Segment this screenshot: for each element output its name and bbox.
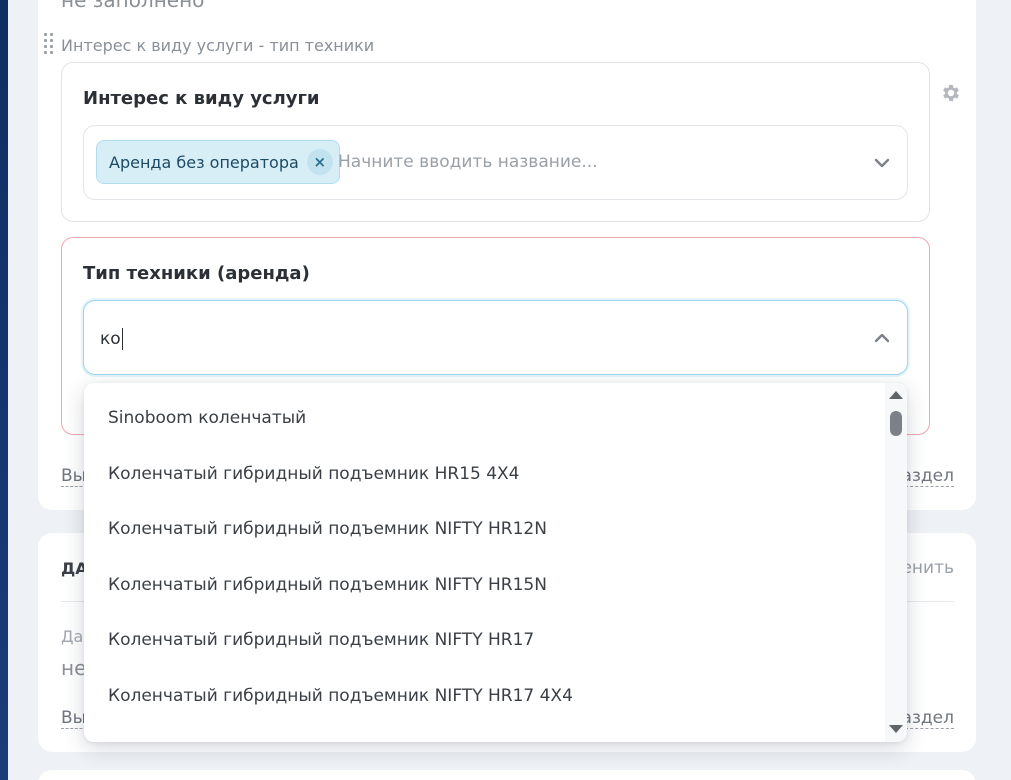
equipment-type-title: Тип техники (аренда)	[83, 263, 310, 284]
dropdown-option[interactable]: Коленчатый гибридный подъемник NIFTY HR1…	[108, 686, 573, 706]
gear-icon[interactable]	[940, 82, 962, 104]
card-a-link-right[interactable]: аздел	[905, 466, 954, 487]
previous-field-value: не заполнено	[61, 0, 205, 12]
equipment-type-input[interactable]: ко	[100, 328, 124, 350]
card-b-link-right[interactable]: аздел	[905, 708, 954, 729]
dropdown-option[interactable]: Коленчатый гибридный подъемник NIFTY HR1…	[108, 630, 534, 650]
chevron-up-icon[interactable]	[873, 329, 891, 347]
service-interest-field: Интерес к виду услуги Аренда без операто…	[61, 62, 930, 222]
next-card	[38, 770, 976, 780]
equipment-type-select[interactable]: ко	[83, 300, 908, 375]
group-label: Интерес к виду услуги - тип техники	[61, 36, 375, 55]
drag-handle-icon[interactable]	[44, 33, 54, 55]
scroll-down-arrow-icon[interactable]	[889, 725, 903, 733]
left-edge-bar	[0, 0, 8, 780]
scroll-up-arrow-icon[interactable]	[889, 391, 903, 399]
service-interest-select[interactable]: Аренда без оператора × Начните вводить н…	[83, 125, 908, 200]
dropdown-scrollbar[interactable]	[885, 383, 907, 742]
selected-chip-label: Аренда без оператора	[109, 152, 299, 172]
dropdown-option[interactable]: Коленчатый гибридный подъемник NIFTY HR1…	[108, 575, 547, 595]
scrollbar-thumb[interactable]	[890, 411, 902, 436]
equipment-type-dropdown: Sinoboom коленчатый Коленчатый гибридный…	[84, 383, 907, 742]
dropdown-option[interactable]: Коленчатый гибридный подъемник NIFTY HR1…	[108, 519, 547, 539]
dropdown-option[interactable]: Sinoboom коленчатый	[108, 408, 306, 428]
service-interest-title: Интерес к виду услуги	[83, 88, 320, 109]
chip-remove-icon[interactable]: ×	[306, 149, 333, 175]
equipment-type-input-value: ко	[100, 329, 121, 349]
text-caret	[121, 328, 124, 350]
selected-chip: Аренда без оператора ×	[96, 140, 340, 184]
dropdown-option[interactable]: Коленчатый гибридный подъемник HR15 4X4	[108, 464, 520, 484]
service-interest-placeholder[interactable]: Начните вводить название...	[338, 152, 598, 172]
chevron-down-icon[interactable]	[873, 154, 891, 172]
